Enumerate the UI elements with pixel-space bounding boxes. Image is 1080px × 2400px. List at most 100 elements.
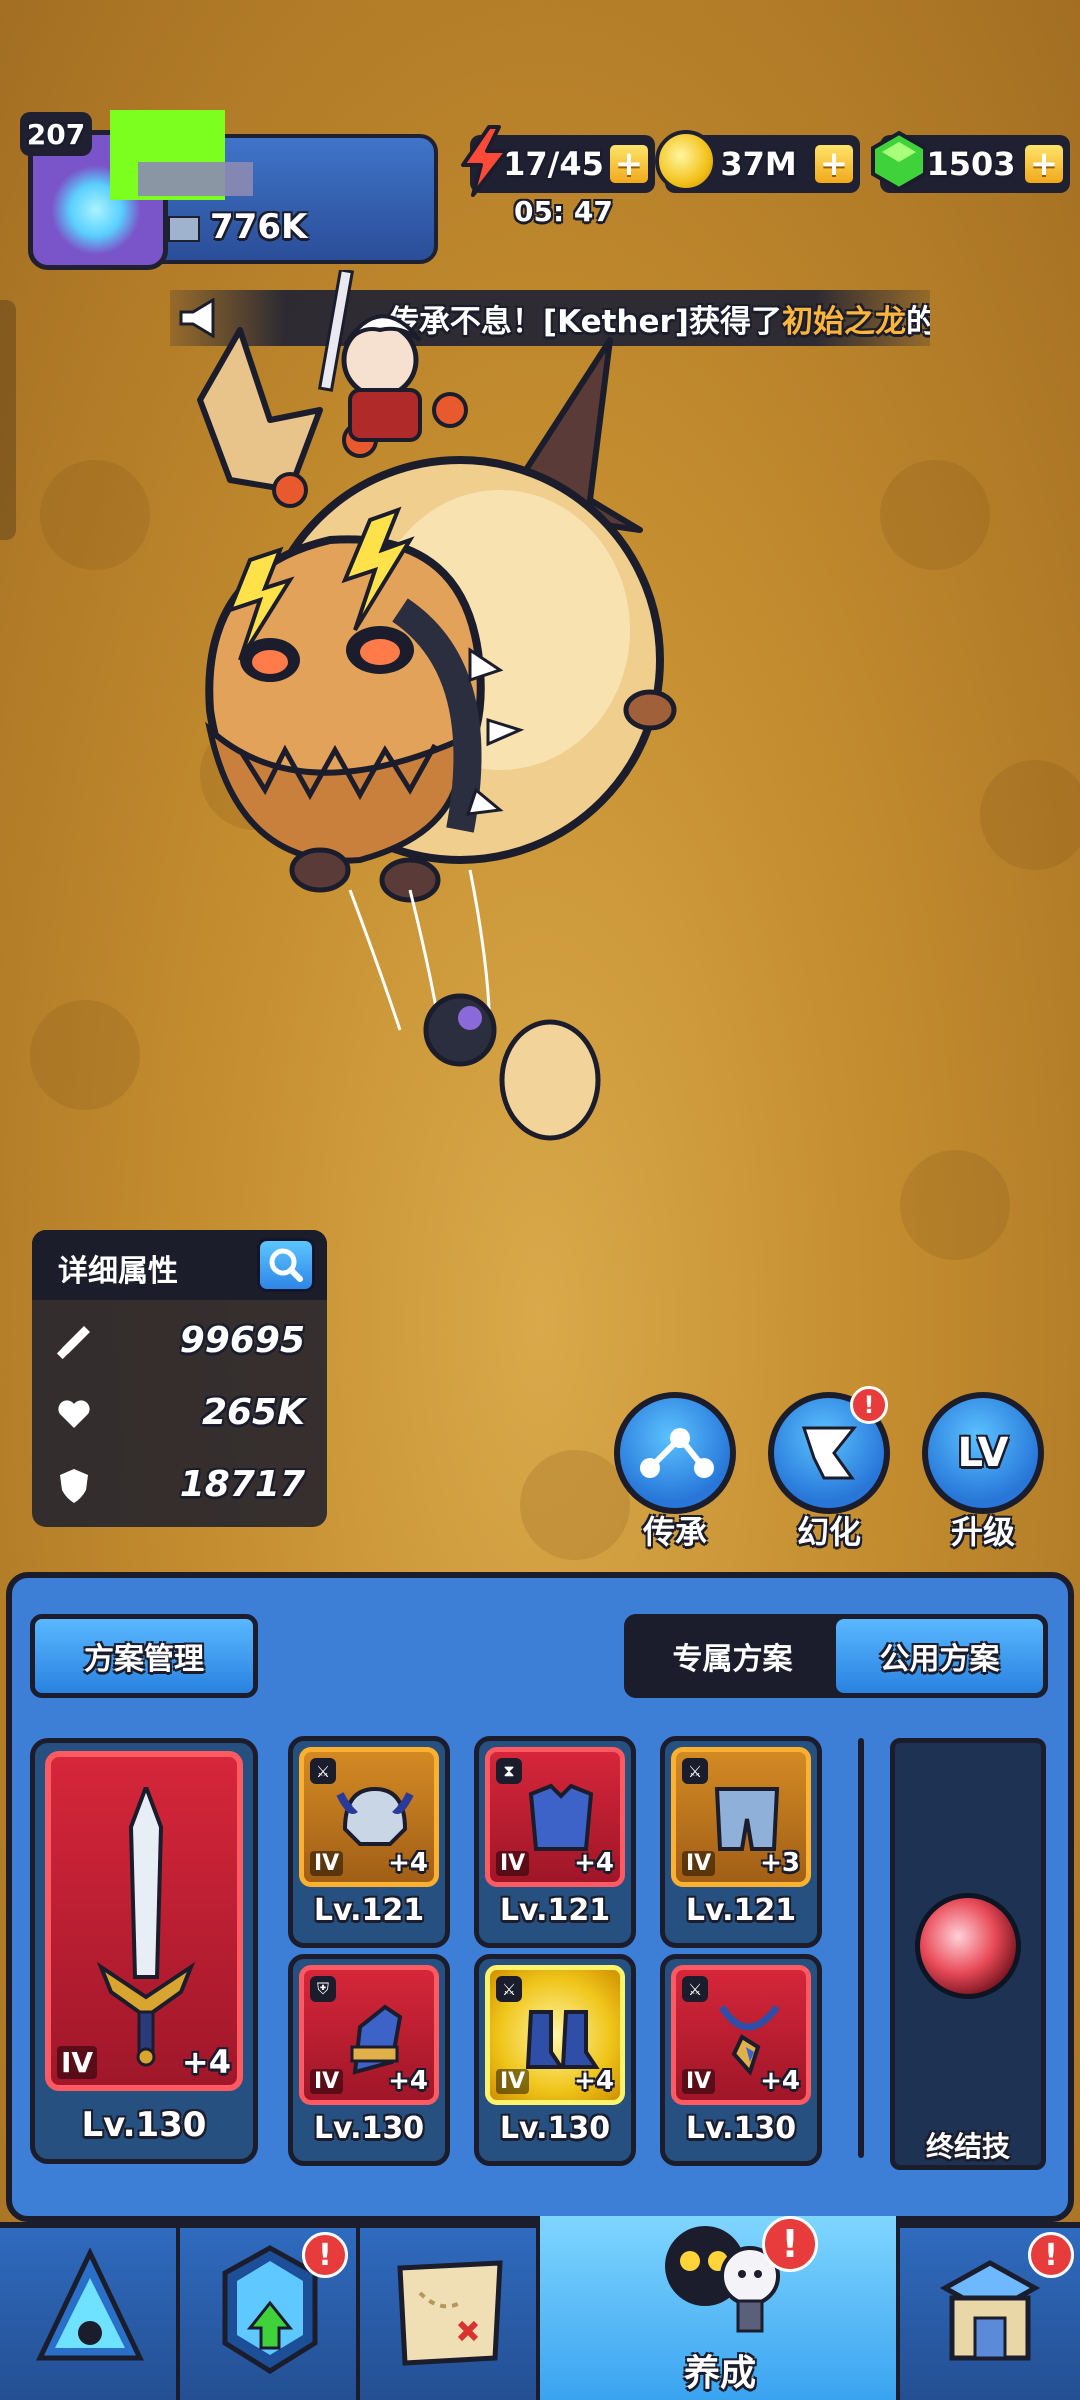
- levelup-icon: LV: [922, 1392, 1044, 1514]
- weapon-plus: +4: [181, 2043, 231, 2081]
- necklace-level: Lv.130: [685, 2111, 797, 2146]
- weapon-slot[interactable]: IV +4 Lv.130: [30, 1738, 258, 2164]
- slot-type-sword-icon: ⚔: [496, 1976, 522, 2002]
- slot-type-sword-icon: ⚔: [310, 1758, 336, 1784]
- nav-upgrade[interactable]: !: [180, 2228, 360, 2400]
- necklace-card: ⚔ IV +4: [671, 1965, 811, 2105]
- nav-shop[interactable]: !: [900, 2228, 1080, 2400]
- combat-power-value: 776K: [210, 207, 308, 247]
- slot-type-shield-icon: ⛨: [310, 1976, 336, 2002]
- search-icon: [269, 1248, 303, 1282]
- transform-alert-badge: !: [850, 1386, 888, 1424]
- helmet-level: Lv.121: [313, 1893, 425, 1928]
- sword-weapon-icon: [96, 1787, 196, 2067]
- boots-level: Lv.130: [499, 2111, 611, 2146]
- leg-armor-slot[interactable]: ⚔ IV +3 Lv.121: [660, 1736, 822, 1948]
- gauntlet-card: ⛨ IV +4: [299, 1965, 439, 2105]
- shield-icon: [60, 1469, 88, 1503]
- ultimate-skill-slot[interactable]: 终结技: [890, 1738, 1046, 2170]
- necklace-plus: +4: [760, 2066, 800, 2096]
- boots-slot[interactable]: ⚔ IV +4 Lv.130: [474, 1954, 636, 2166]
- gauntlet-tier: IV: [310, 2069, 344, 2094]
- stat-defense-value: 18717: [179, 1464, 305, 1505]
- chest-armor-tier: IV: [496, 1851, 530, 1876]
- nav-map[interactable]: [360, 2228, 540, 2400]
- nav-battle[interactable]: [0, 2228, 180, 2400]
- treasure-map-icon: [397, 2260, 503, 2366]
- leg-armor-card: ⚔ IV +3: [671, 1747, 811, 1887]
- broadcast-highlight: 初始之龙: [781, 303, 906, 340]
- stat-attack-value: 99695: [179, 1320, 305, 1361]
- ultimate-skill-icon: [915, 1893, 1021, 1999]
- helmet-plus: +4: [388, 1848, 428, 1878]
- upgrade-alert-badge: !: [302, 2232, 348, 2278]
- chest-armor-level: Lv.121: [499, 1893, 611, 1928]
- ultimate-skill-label: 终结技: [925, 2130, 1010, 2163]
- inherit-button[interactable]: 传承: [614, 1392, 736, 1551]
- chest-armor-plus: +4: [574, 1848, 614, 1878]
- nav-develop[interactable]: ! 养成: [540, 2216, 900, 2400]
- gauntlet-slot[interactable]: ⛨ IV +4 Lv.130: [288, 1954, 450, 2166]
- inherit-icon: [614, 1392, 736, 1514]
- chest-armor-slot[interactable]: ⧗ IV +4 Lv.121: [474, 1736, 636, 1948]
- stat-attack-row: 99695: [32, 1306, 327, 1378]
- transform-label: 幻化: [796, 1513, 861, 1551]
- chest-armor-card: ⧗ IV +4: [485, 1747, 625, 1887]
- stats-title: 详细属性: [58, 1254, 178, 1289]
- necklace-tier: IV: [682, 2069, 716, 2094]
- leg-armor-plus: +3: [760, 1848, 800, 1878]
- gauntlet-plus: +4: [388, 2066, 428, 2096]
- tab-exclusive-plan[interactable]: 专属方案: [629, 1619, 836, 1693]
- slot-type-sword-icon: ⚔: [682, 1758, 708, 1784]
- broadcast-suffix: 的:: [905, 303, 930, 340]
- plan-tabs: 专属方案 公用方案: [624, 1614, 1048, 1698]
- gauntlet-level: Lv.130: [313, 2111, 425, 2146]
- energy-bolt-icon: [461, 125, 509, 197]
- slot-type-hourglass-icon: ⧗: [496, 1758, 522, 1784]
- levelup-label: 升级: [950, 1513, 1015, 1551]
- helmet-card: ⚔ IV +4: [299, 1747, 439, 1887]
- add-coin-button[interactable]: +: [812, 142, 856, 186]
- combat-power: 776K: [168, 207, 307, 247]
- levelup-button[interactable]: LV 升级: [922, 1392, 1044, 1551]
- inherit-label: 传承: [642, 1513, 707, 1551]
- weapon-card: IV +4: [45, 1751, 243, 2091]
- helmet-tier: IV: [310, 1851, 344, 1876]
- player-level-badge: 207: [20, 112, 92, 156]
- stat-health-value: 265K: [201, 1392, 305, 1433]
- shop-stall-icon: [939, 2260, 1041, 2361]
- boots-card: ⚔ IV +4: [485, 1965, 625, 2105]
- develop-alert-badge: !: [762, 2216, 818, 2272]
- helmet-slot[interactable]: ⚔ IV +4 Lv.121: [288, 1736, 450, 1948]
- stat-defense-row: 18717: [32, 1450, 327, 1522]
- stat-health-row: 265K: [32, 1378, 327, 1450]
- add-energy-button[interactable]: +: [607, 142, 651, 186]
- plan-manage-button[interactable]: 方案管理: [30, 1614, 258, 1698]
- sword-icon: [56, 1326, 90, 1360]
- heart-icon: [58, 1400, 90, 1428]
- slot-type-sword-icon: ⚔: [682, 1976, 708, 2002]
- add-gem-button[interactable]: +: [1022, 142, 1066, 186]
- detail-stats-panel: 详细属性 99695 265K 18717: [32, 1230, 327, 1527]
- nav-develop-label: 养成: [683, 2353, 756, 2394]
- weapon-level: Lv.130: [81, 2105, 207, 2145]
- boots-plus: +4: [574, 2066, 614, 2096]
- energy-timer: 05: 47: [514, 195, 613, 228]
- leg-armor-level: Lv.121: [685, 1893, 797, 1928]
- tab-public-plan[interactable]: 公用方案: [836, 1619, 1043, 1693]
- player-profile[interactable]: 207 776K: [20, 110, 443, 270]
- gem-icon: [871, 130, 927, 192]
- battle-portal-icon: [36, 2248, 144, 2361]
- coin-icon: [655, 130, 717, 192]
- necklace-slot[interactable]: ⚔ IV +4 Lv.130: [660, 1954, 822, 2166]
- redacted-name-block-2: [138, 162, 253, 196]
- stats-search-button[interactable]: [257, 1238, 315, 1292]
- weapon-tier: IV: [57, 2046, 98, 2079]
- shop-alert-badge: !: [1028, 2232, 1074, 2278]
- boots-tier: IV: [496, 2069, 530, 2094]
- leg-armor-tier: IV: [682, 1851, 716, 1876]
- panel-divider: [858, 1738, 864, 2158]
- transform-button[interactable]: ! 幻化: [768, 1386, 890, 1551]
- side-drawer-tab[interactable]: [0, 300, 16, 540]
- levelup-icon-text: LV: [957, 1430, 1009, 1476]
